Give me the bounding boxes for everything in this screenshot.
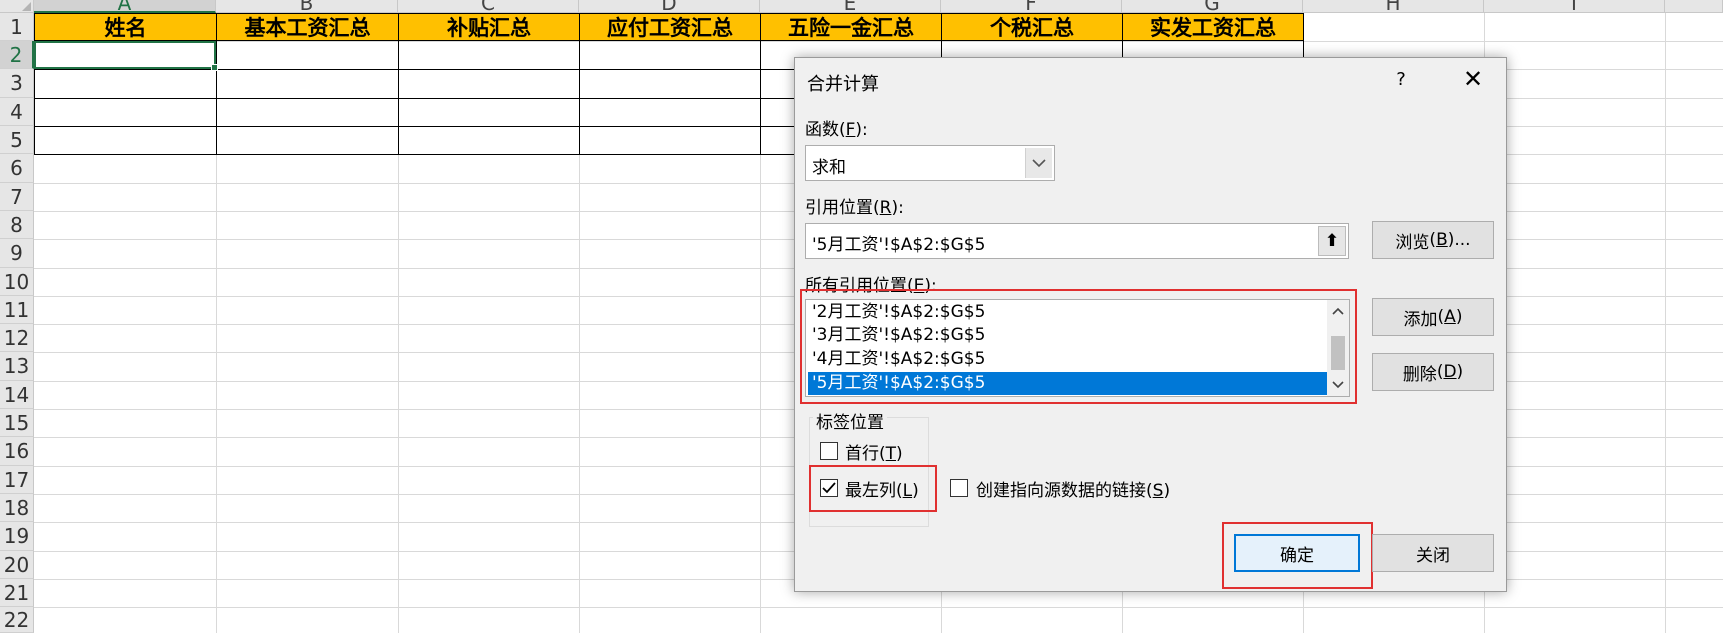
row-header-11[interactable]: 11 [0,296,34,324]
row-header-9[interactable]: 9 [0,239,34,268]
create-links-checkbox[interactable] [950,479,968,497]
table-cell[interactable] [579,126,761,155]
row-header-20[interactable]: 20 [0,551,34,579]
header-cell-allowance[interactable]: 补贴汇总 [398,13,580,41]
row-header-2[interactable]: 2 [0,41,34,69]
reference-value: '5月工资'!$A$2:$G$5 [812,235,986,255]
chevron-down-icon[interactable] [1025,148,1052,178]
header-cell-insurance[interactable]: 五险一金汇总 [760,13,942,41]
table-cell[interactable] [398,98,580,127]
reference-input[interactable]: '5月工资'!$A$2:$G$5 ⬆ [805,223,1349,259]
row-header-18[interactable]: 18 [0,494,34,522]
column-letter: I [1571,0,1577,13]
table-cell[interactable] [216,69,399,99]
table-cell[interactable] [579,98,761,127]
consolidate-dialog: 合并计算 ? ✕ 函数(F): 求和 引用位置(R): '5月工资'!$A$2:… [794,57,1507,592]
column-header-h[interactable]: H [1303,0,1484,13]
row-header-22[interactable]: 22 [0,607,34,633]
column-letter: H [1385,0,1401,13]
header-cell-tax[interactable]: 个税汇总 [941,13,1123,41]
table-cell[interactable] [216,126,399,155]
function-label: 函数(F): [805,120,868,140]
dialog-title: 合并计算 [807,74,879,95]
row-header-19[interactable]: 19 [0,522,34,551]
row-header-13[interactable]: 13 [0,352,34,381]
row-header-5[interactable]: 5 [0,126,34,154]
select-all-corner[interactable] [0,0,34,13]
close-button[interactable]: 关闭 [1372,534,1494,572]
collapse-dialog-icon[interactable]: ⬆ [1318,226,1346,256]
close-icon[interactable]: ✕ [1458,64,1488,94]
row-header-14[interactable]: 14 [0,381,34,409]
highlight-ok [1222,522,1373,589]
row-header-3[interactable]: 3 [0,69,34,98]
active-cell-a2[interactable] [34,41,218,71]
header-cell-net-pay[interactable]: 实发工资汇总 [1122,13,1304,41]
table-cell[interactable] [34,126,217,155]
row-header-16[interactable]: 16 [0,437,34,466]
delete-button[interactable]: 删除(D) [1372,353,1494,391]
table-cell[interactable] [579,41,761,70]
highlight-left-column [809,465,937,512]
help-button[interactable]: ? [1387,66,1415,94]
browse-button[interactable]: 浏览(B)... [1372,221,1494,259]
row-header-12[interactable]: 12 [0,324,34,352]
row-header-8[interactable]: 8 [0,211,34,239]
table-cell[interactable] [398,69,580,99]
table-cell[interactable] [34,69,217,99]
reference-label: 引用位置(R): [805,198,904,218]
add-button[interactable]: 添加(A) [1372,298,1494,336]
row-header-21[interactable]: 21 [0,579,34,607]
header-cell-base-salary[interactable]: 基本工资汇总 [216,13,399,41]
function-dropdown[interactable]: 求和 [805,145,1055,181]
row-header-6[interactable]: 6 [0,154,34,183]
table-cell[interactable] [398,41,580,70]
top-row-label[interactable]: 首行(T) [845,439,903,464]
table-cell[interactable] [216,98,399,127]
table-cell[interactable] [579,69,761,99]
column-header-i[interactable]: I [1484,0,1665,13]
row-header-10[interactable]: 10 [0,268,34,296]
highlight-references [800,289,1357,404]
function-value: 求和 [812,158,846,178]
header-cell-payable[interactable]: 应付工资汇总 [579,13,761,41]
column-header-j[interactable] [1665,0,1723,13]
create-links-label[interactable]: 创建指向源数据的链接(S) [976,476,1170,501]
label-position-title: 标签位置 [813,408,887,433]
row-header-17[interactable]: 17 [0,466,34,494]
row-header-7[interactable]: 7 [0,183,34,211]
table-cell[interactable] [216,41,399,70]
row-header-15[interactable]: 15 [0,409,34,437]
top-row-checkbox[interactable] [820,442,838,460]
table-cell[interactable] [398,126,580,155]
row-header-4[interactable]: 4 [0,98,34,126]
table-cell[interactable] [34,98,217,127]
header-cell-name[interactable]: 姓名 [34,13,217,41]
row-header-1[interactable]: 1 [0,13,34,41]
